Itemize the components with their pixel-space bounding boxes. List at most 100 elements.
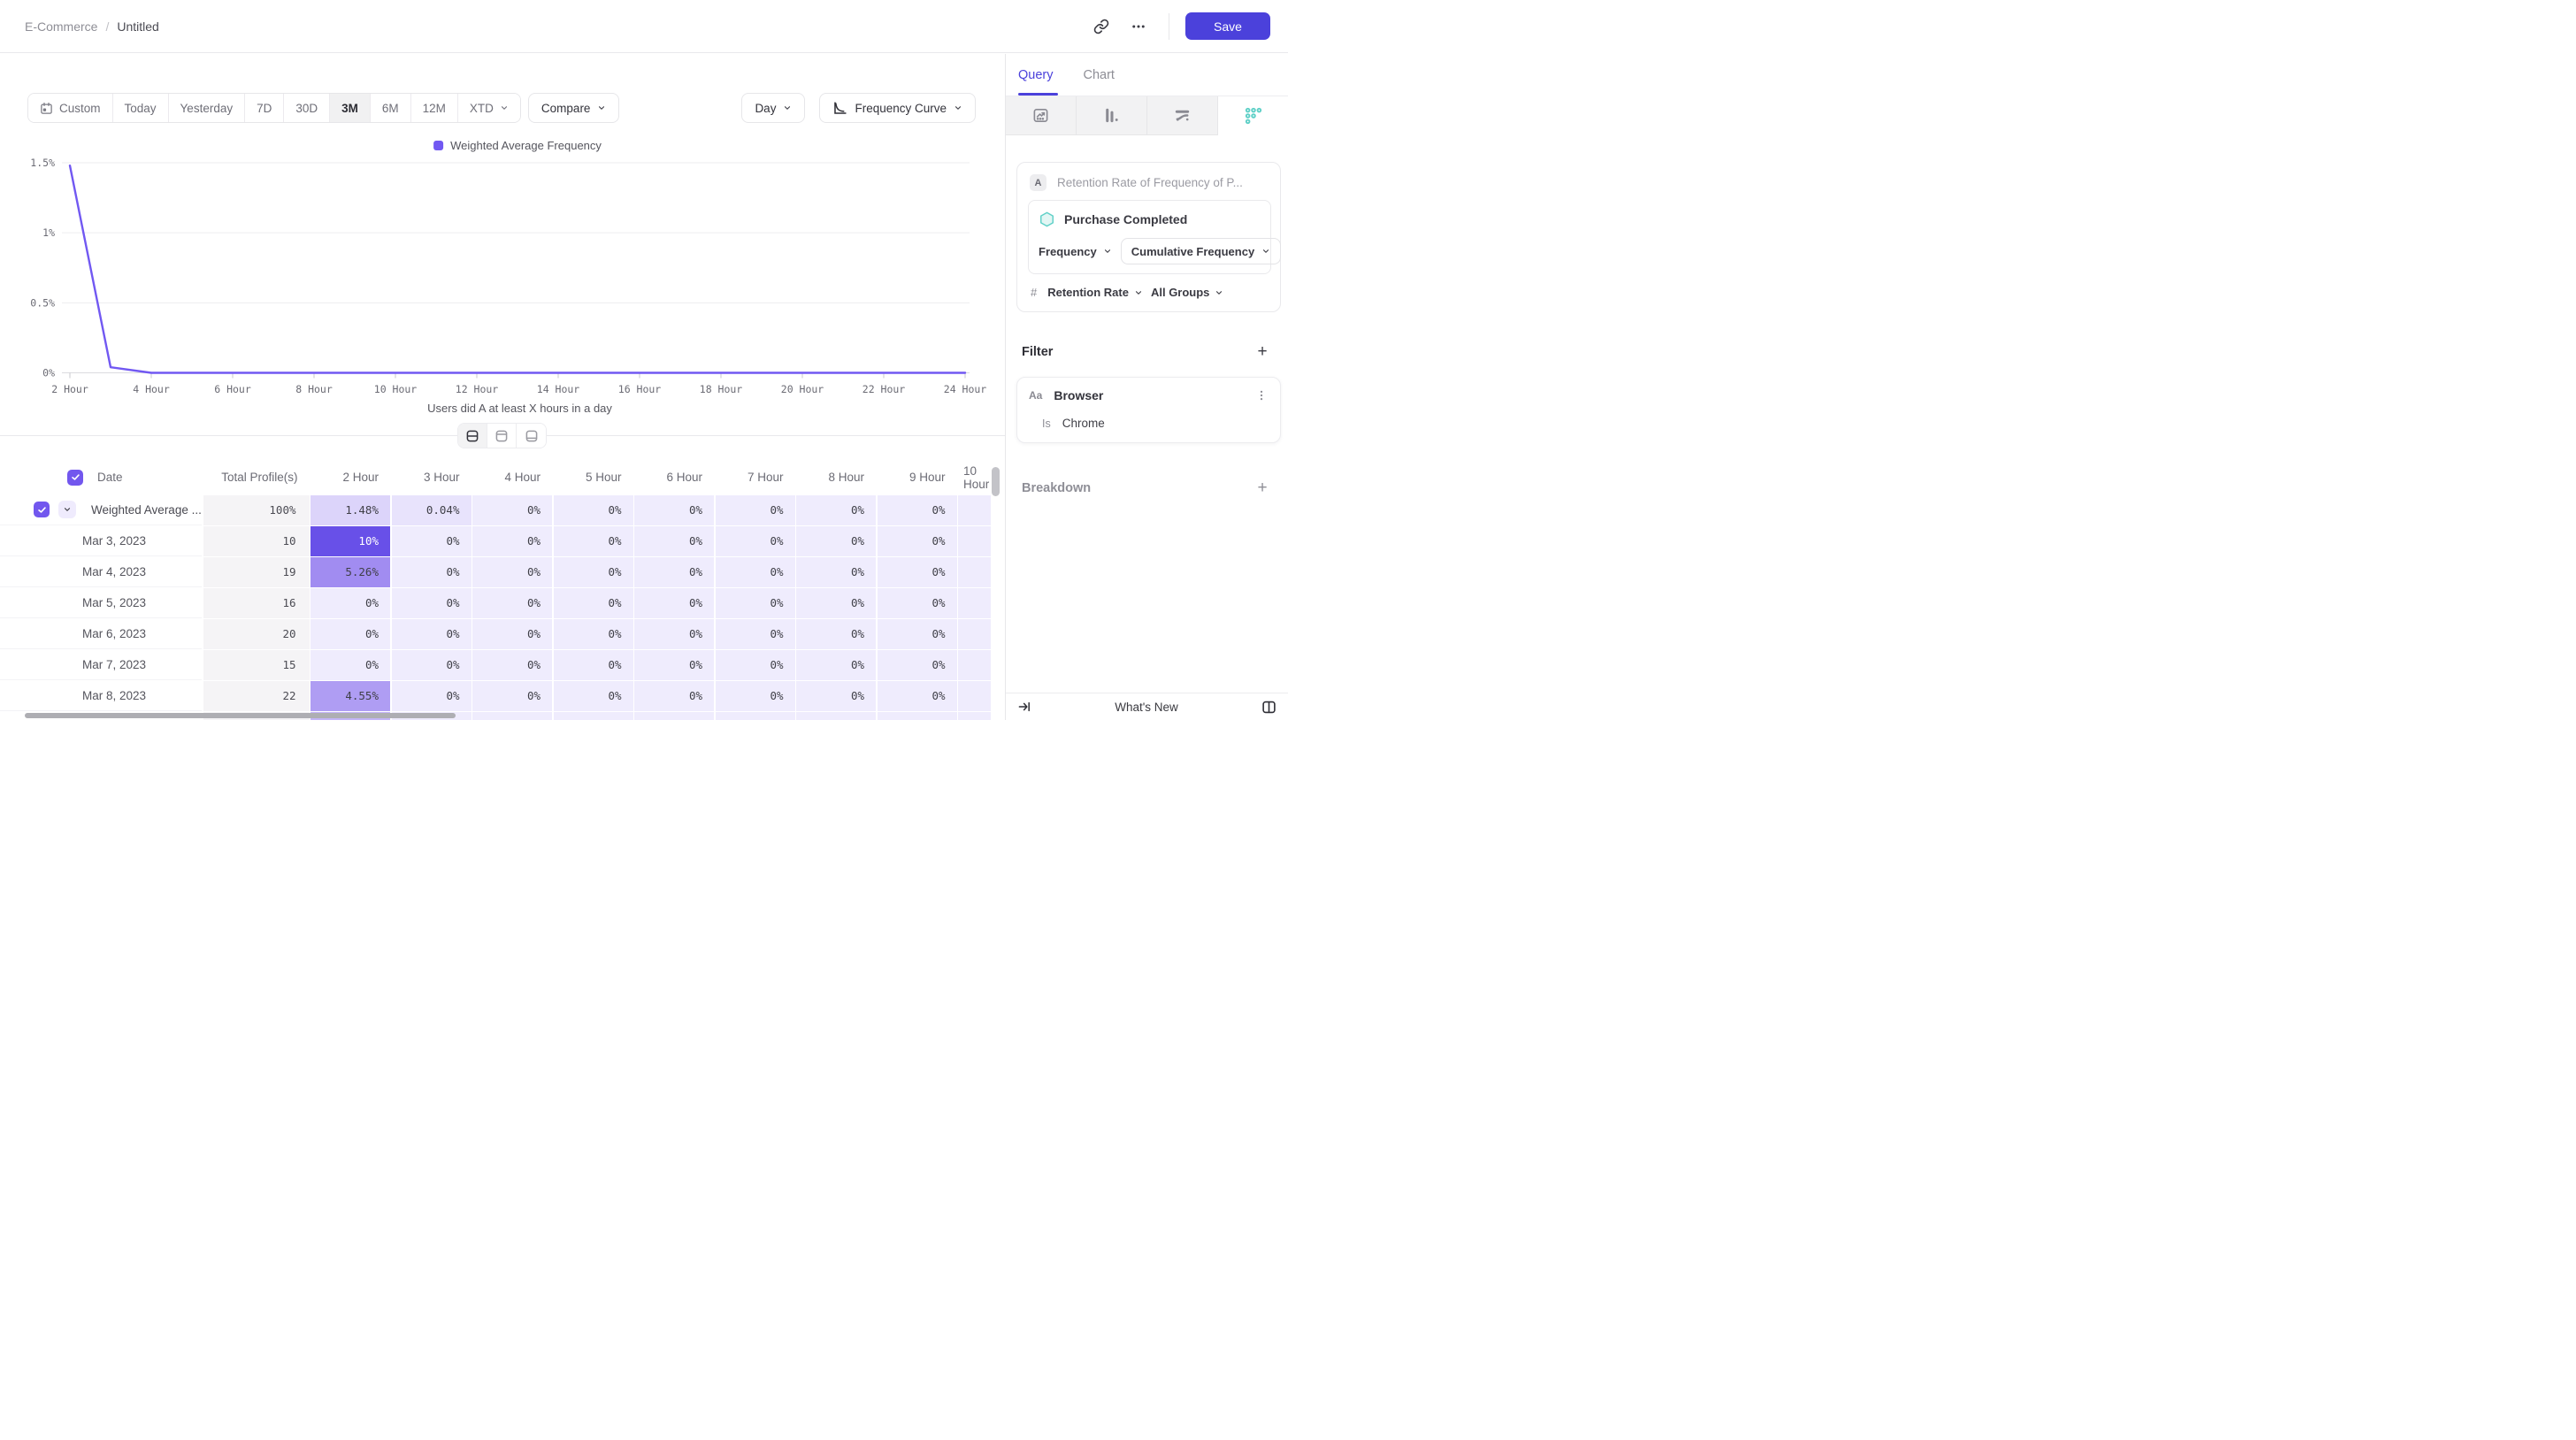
table-only-view-button[interactable] — [517, 424, 546, 448]
compare-dropdown[interactable]: Compare — [528, 93, 620, 123]
tab-insights[interactable] — [1006, 96, 1077, 135]
copy-link-button[interactable] — [1087, 12, 1116, 41]
granularity-dropdown[interactable]: Day — [741, 93, 805, 123]
event-selector[interactable]: Purchase Completed — [1039, 210, 1261, 238]
filter-value[interactable]: Chrome — [1062, 417, 1105, 430]
column-header[interactable]: 5 Hour — [554, 459, 633, 495]
tab-chart[interactable]: Chart — [1084, 68, 1115, 82]
table-cell: 0% — [392, 526, 472, 556]
table-cell: 0% — [554, 557, 633, 587]
groups-dropdown[interactable]: All Groups — [1151, 286, 1223, 299]
range-yesterday-button[interactable]: Yesterday — [169, 94, 246, 122]
column-header[interactable]: 3 Hour — [392, 459, 472, 495]
range-30d-button[interactable]: 30D — [284, 94, 330, 122]
more-options-button[interactable] — [1124, 12, 1153, 41]
chevron-down-icon — [500, 103, 509, 112]
retention-icon — [1245, 107, 1262, 125]
chart-only-view-button[interactable] — [487, 424, 517, 448]
panel-view-toggle-group — [457, 423, 547, 448]
chart-view-dropdown[interactable]: Frequency Curve — [819, 93, 976, 123]
table-cell-clipped — [958, 526, 991, 556]
check-icon — [71, 472, 80, 482]
table-cell: 0% — [716, 681, 795, 711]
total-profiles-cell: 19 — [203, 557, 310, 587]
select-all-checkbox[interactable] — [67, 470, 83, 486]
row-label-cell: Mar 6, 2023 — [0, 619, 202, 649]
table-vertical-scrollbar[interactable] — [992, 467, 1000, 496]
column-header[interactable]: Total Profile(s) — [203, 459, 310, 495]
step-title[interactable]: Retention Rate of Frequency of P... — [1057, 176, 1243, 189]
query-step-header[interactable]: A Retention Rate of Frequency of P... — [1028, 172, 1271, 200]
header-actions: Save — [1087, 12, 1270, 41]
table-cell: 0% — [392, 557, 472, 587]
sidebar-tabs: Query Chart — [1006, 54, 1288, 96]
table-horizontal-scrollbar[interactable] — [25, 713, 456, 718]
report-type-tabs — [1006, 96, 1288, 135]
table-body: Weighted Average ...100%1.48%0.04%0%0%0%… — [0, 495, 991, 720]
column-header[interactable]: 4 Hour — [472, 459, 552, 495]
column-header[interactable]: 10 Hour — [958, 459, 994, 495]
metric-dropdown[interactable]: Retention Rate — [1047, 286, 1143, 299]
table-cell: 0% — [796, 557, 876, 587]
chart-legend-item[interactable]: Weighted Average Frequency — [433, 139, 602, 152]
tab-flows[interactable] — [1147, 96, 1218, 135]
save-button[interactable]: Save — [1185, 12, 1270, 40]
two-pane-icon — [1261, 700, 1276, 715]
tab-retention[interactable] — [1218, 96, 1288, 135]
column-header[interactable]: 9 Hour — [878, 459, 957, 495]
row-expander-button[interactable] — [58, 501, 76, 518]
flows-icon — [1174, 107, 1191, 124]
filter-operator[interactable]: Is — [1042, 417, 1051, 430]
row-checkbox[interactable] — [34, 502, 50, 517]
filter-condition-row[interactable]: Is Chrome — [1029, 402, 1271, 430]
frequency-controls: Frequency Cumulative Frequency — [1039, 238, 1261, 264]
range-custom-button[interactable]: Custom — [28, 94, 113, 122]
range-today-button[interactable]: Today — [113, 94, 169, 122]
tab-funnels[interactable] — [1077, 96, 1147, 135]
collapse-sidebar-button[interactable] — [1017, 700, 1031, 714]
table-cell: 0% — [716, 588, 795, 618]
kebab-icon — [1255, 388, 1268, 402]
range-12m-button[interactable]: 12M — [411, 94, 458, 122]
x-axis-tick-label: 10 Hour — [374, 383, 418, 395]
table-cell: 0% — [554, 619, 633, 649]
range-3m-button[interactable]: 3M — [330, 94, 371, 122]
column-header[interactable]: 7 Hour — [716, 459, 795, 495]
add-breakdown-button[interactable]: + — [1253, 479, 1272, 498]
open-panel-button[interactable] — [1261, 700, 1276, 715]
legend-swatch — [433, 141, 443, 150]
frequency-dropdown[interactable]: Frequency — [1039, 245, 1112, 258]
range-xtd-button[interactable]: XTD — [458, 94, 520, 122]
filter-options-button[interactable] — [1252, 388, 1271, 402]
table-cell: 0% — [472, 557, 552, 587]
column-header[interactable]: 2 Hour — [310, 459, 390, 495]
active-tab-underline — [1018, 93, 1058, 96]
report-title[interactable]: Untitled — [117, 19, 158, 34]
column-header[interactable]: 8 Hour — [796, 459, 876, 495]
total-profiles-cell: 15 — [203, 650, 310, 680]
total-profiles-cell: 10 — [203, 526, 310, 556]
whats-new-link[interactable]: What's New — [1031, 701, 1261, 714]
breadcrumb-project[interactable]: E-Commerce — [25, 19, 97, 34]
frequency-type-dropdown[interactable]: Cumulative Frequency — [1121, 238, 1281, 264]
row-label-cell: Mar 3, 2023 — [0, 526, 202, 556]
x-axis-tick-label: 12 Hour — [456, 383, 499, 395]
count-prefix: # — [1031, 286, 1037, 299]
chevron-down-icon — [954, 103, 962, 112]
add-filter-button[interactable]: + — [1253, 342, 1272, 362]
column-header[interactable]: 6 Hour — [634, 459, 714, 495]
x-axis-tick-label: 24 Hour — [944, 383, 987, 395]
table-cell: 10% — [310, 526, 390, 556]
table-cell: 4.55% — [310, 681, 390, 711]
tab-query[interactable]: Query — [1018, 68, 1054, 82]
x-axis-tick-label: 6 Hour — [214, 383, 251, 395]
split-view-button[interactable] — [458, 424, 487, 448]
range-6m-button[interactable]: 6M — [371, 94, 411, 122]
column-header-date[interactable]: Date — [0, 459, 202, 495]
range-7d-button[interactable]: 7D — [245, 94, 284, 122]
chevron-down-icon — [1134, 288, 1143, 297]
filter-property-row[interactable]: Aa Browser — [1029, 388, 1271, 402]
chevron-down-icon — [1103, 247, 1112, 256]
table-row: Mar 8, 2023224.55%0%0%0%0%0%0%0% — [0, 681, 991, 711]
table-cell: 0% — [878, 588, 957, 618]
